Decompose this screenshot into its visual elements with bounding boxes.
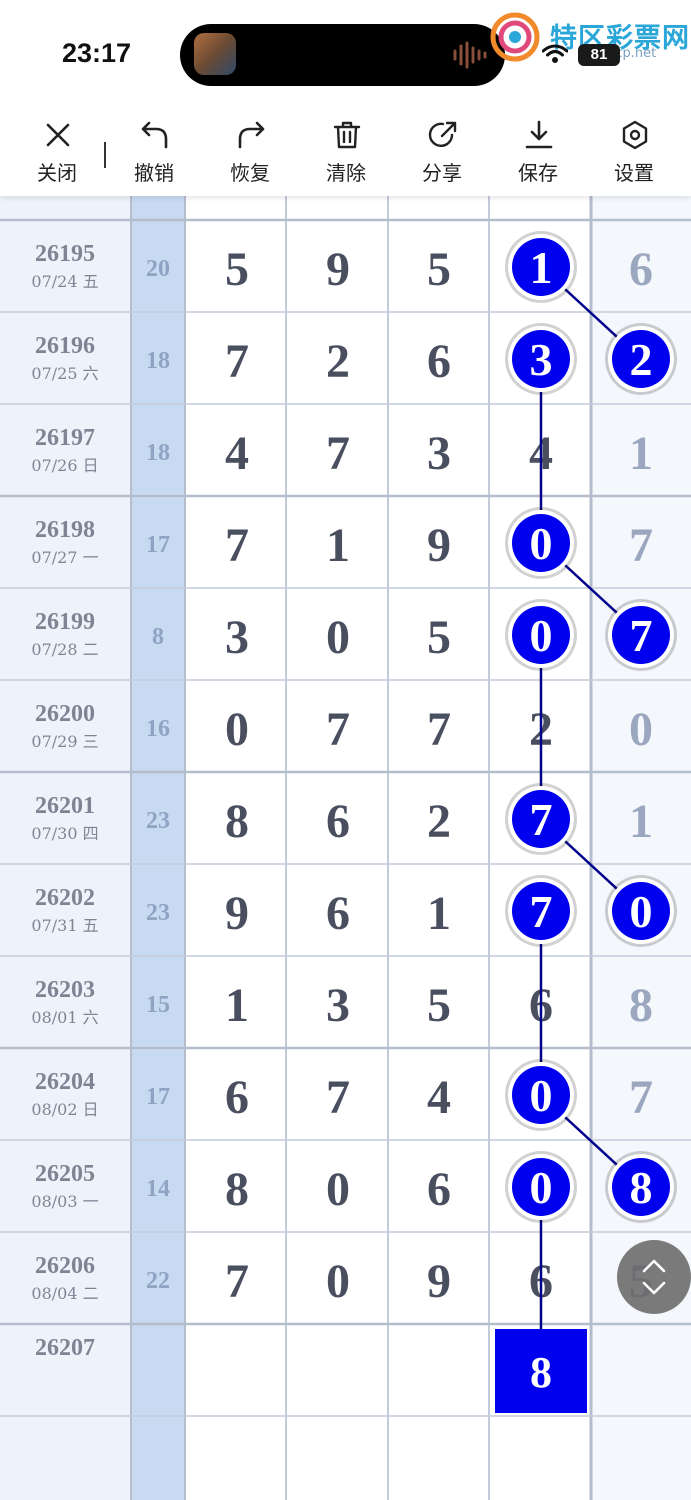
settings-label: 设置 bbox=[614, 161, 654, 185]
audio-wave-icon bbox=[453, 41, 487, 69]
undo-icon bbox=[141, 121, 168, 149]
wifi-icon bbox=[542, 44, 568, 63]
prediction-digit: 8 bbox=[530, 1348, 552, 1397]
settings-button[interactable]: 设置 bbox=[586, 100, 682, 196]
share-label: 分享 bbox=[422, 161, 462, 185]
status-bar: 23:17 特区彩票网 tqcp.net 81 bbox=[0, 0, 691, 100]
trash-icon bbox=[333, 121, 361, 149]
watermark-logo-icon bbox=[490, 12, 540, 62]
scroll-toggle-button[interactable] bbox=[617, 1240, 691, 1314]
clock: 23:17 bbox=[62, 38, 132, 68]
mark-digit: 0 bbox=[530, 610, 553, 661]
save-label: 保存 bbox=[518, 161, 558, 185]
battery-indicator: 81 bbox=[578, 44, 620, 66]
mark-digit: 8 bbox=[630, 1162, 653, 1213]
dynamic-island[interactable] bbox=[180, 24, 505, 86]
redo-label: 恢复 bbox=[230, 161, 270, 185]
mark-digit: 0 bbox=[530, 1162, 553, 1213]
close-label: 关闭 bbox=[37, 161, 77, 185]
undo-label: 撤销 bbox=[134, 161, 174, 185]
now-playing-avatar bbox=[194, 33, 236, 75]
redo-button[interactable]: 恢复 bbox=[202, 100, 298, 196]
download-icon bbox=[525, 120, 553, 149]
mark-digit: 7 bbox=[630, 610, 653, 661]
undo-button[interactable]: 撤销 bbox=[106, 100, 202, 196]
toolbar: 关闭 撤销 恢复 清除 分享 保存 设置 bbox=[0, 100, 691, 196]
mark-digit: 2 bbox=[630, 334, 653, 385]
clear-button[interactable]: 清除 bbox=[298, 100, 394, 196]
save-button[interactable]: 保存 bbox=[490, 100, 586, 196]
trend-chart-grid[interactable]: 26195 07/24 五 20 5 9 5 6 26196 07/25 六 18 7 2 6 26197… bbox=[0, 196, 691, 1500]
mark-digit: 0 bbox=[530, 518, 553, 569]
mark-digit: 7 bbox=[530, 794, 553, 845]
trend-overlay: 1 2 3 0 7 0 7 0 7 0 8 0 8 bbox=[495, 231, 677, 1413]
clear-label: 清除 bbox=[326, 161, 366, 185]
close-button[interactable]: 关闭 bbox=[9, 100, 105, 196]
mark-digit: 0 bbox=[530, 1070, 553, 1121]
redo-icon bbox=[238, 121, 265, 149]
up-down-arrows-icon bbox=[642, 1259, 666, 1295]
close-icon bbox=[46, 123, 70, 147]
share-button[interactable]: 分享 bbox=[394, 100, 490, 196]
mark-digit: 7 bbox=[530, 886, 553, 937]
share-icon bbox=[428, 121, 457, 147]
mark-digit: 0 bbox=[630, 886, 653, 937]
gear-icon bbox=[622, 120, 648, 150]
mark-digit: 1 bbox=[530, 242, 553, 293]
mark-digit: 3 bbox=[530, 334, 553, 385]
